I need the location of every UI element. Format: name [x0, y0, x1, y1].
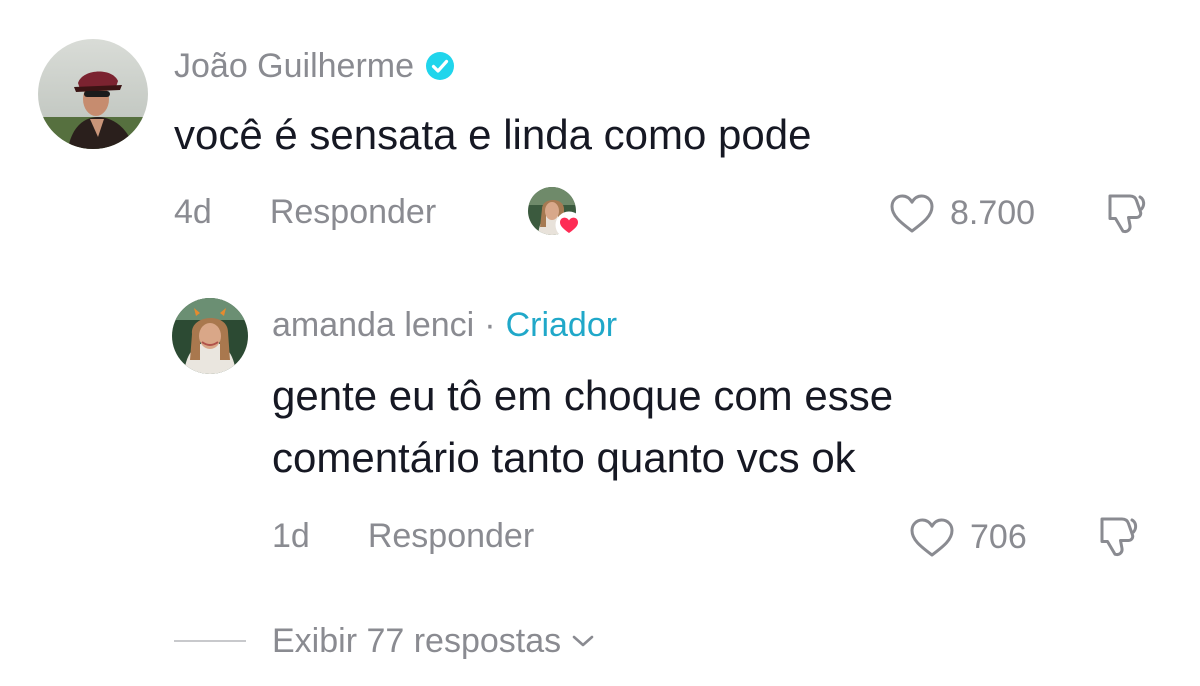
reply-avatar[interactable] — [172, 298, 248, 374]
verified-check-icon — [424, 50, 456, 82]
reply-text: gente eu tô em choque com esse comentári… — [272, 365, 893, 489]
reply-thumbs-down-icon[interactable] — [1094, 513, 1142, 561]
reply-author-name[interactable]: amanda lenci — [272, 306, 474, 345]
avatar[interactable] — [38, 39, 148, 149]
reply-text-line-2: comentário tanto quanto vcs ok — [272, 434, 856, 481]
reply-meta: 1d Responder — [272, 512, 534, 560]
comment-author-name[interactable]: João Guilherme — [174, 47, 414, 86]
view-replies-label[interactable]: Exibir 77 respostas — [272, 622, 561, 661]
comment-author[interactable]: João Guilherme — [174, 44, 456, 88]
thumbs-down-icon[interactable] — [1102, 190, 1150, 238]
heart-badge-icon — [555, 211, 583, 239]
reply-text-line-1: gente eu tô em choque com esse — [272, 372, 894, 419]
like-group: 8.700 — [888, 188, 1035, 238]
reply-reply-button[interactable]: Responder — [368, 517, 534, 556]
reply-like-heart-icon[interactable] — [908, 515, 956, 559]
comment-meta: 4d Responder — [174, 188, 436, 236]
reply-button[interactable]: Responder — [270, 193, 436, 232]
creator-liked-indicator — [528, 187, 584, 241]
comment-time: 4d — [174, 192, 212, 231]
view-replies-button[interactable]: Exibir 77 respostas — [174, 617, 597, 665]
reply-like-count: 706 — [970, 517, 1027, 556]
creator-badge: Criador — [505, 305, 618, 344]
reply-avatar-photo — [172, 298, 248, 374]
chevron-down-icon[interactable] — [569, 631, 597, 651]
reply-like-group: 706 — [908, 512, 1027, 562]
reply-author[interactable]: amanda lenci · Criador — [272, 303, 617, 347]
view-replies-divider — [174, 640, 246, 642]
reply-time: 1d — [272, 516, 310, 555]
like-count: 8.700 — [950, 193, 1036, 232]
avatar-photo — [38, 39, 148, 149]
separator-dot: · — [484, 305, 496, 344]
comment-text: você é sensata e linda como pode — [174, 111, 812, 158]
like-heart-icon[interactable] — [888, 191, 936, 235]
